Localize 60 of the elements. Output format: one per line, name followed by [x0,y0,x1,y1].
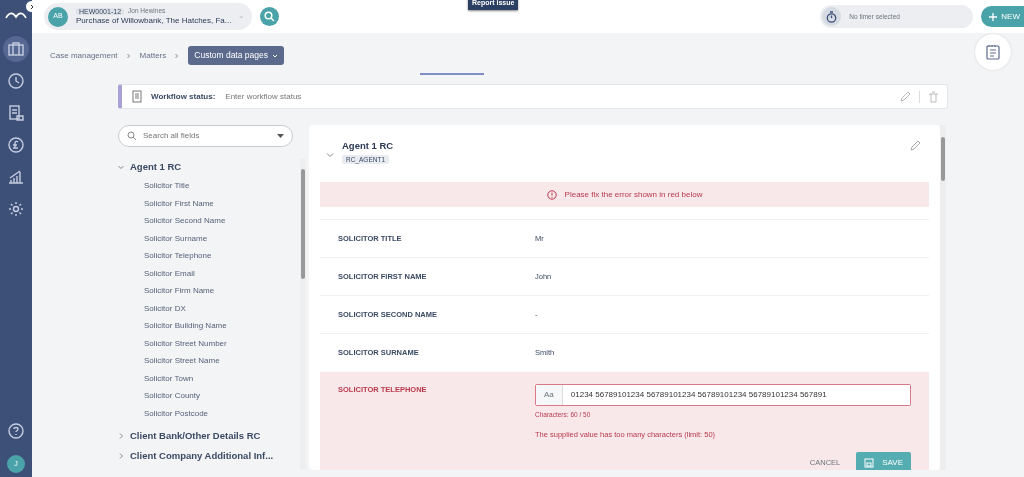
chevron-right-icon [28,4,35,11]
search-button[interactable] [260,7,279,26]
nav-button[interactable] [3,36,29,62]
pound-icon [7,136,25,154]
chevron-right-icon [118,453,124,459]
tree-item[interactable]: Solicitor Town [118,369,300,387]
chevron-right-icon [174,52,181,59]
chevron-down-icon [118,164,124,170]
save-icon [864,458,875,468]
tree-item[interactable]: Solicitor Postcode [118,404,300,422]
pencil-icon [899,90,911,103]
pencil-icon [909,139,921,152]
tree-item[interactable]: Solicitor Firm Name [118,282,300,300]
breadcrumb-link[interactable]: Case management [50,49,118,62]
tree-item[interactable]: Solicitor Street Name [118,352,300,370]
search-icon [127,131,137,141]
search-icon [264,11,275,22]
chevron-down-icon [272,52,278,59]
document-icon [132,90,143,103]
tree-item[interactable]: Solicitor Street Number [118,334,300,352]
tree-item[interactable]: Solicitor First Name [118,194,300,212]
breadcrumb-link[interactable]: Matters [139,49,167,62]
gear-icon [7,200,25,218]
trash-icon [928,90,939,103]
chart-icon [7,168,25,186]
dropdown-caret-icon [277,133,284,139]
scrollbar[interactable] [300,159,306,469]
scrollbar[interactable] [940,125,946,470]
tree-group[interactable]: Client Company Additional Inf... [118,446,300,466]
card-title: Agent 1 RC [342,139,394,153]
chevron-down-icon [326,151,334,159]
warning-icon [546,189,557,200]
breadcrumb-dropdown[interactable]: Custom data pages [188,46,284,65]
chevron-right-icon [118,433,124,439]
briefcase-icon [7,40,25,58]
workflow-status-field[interactable]: Workflow status: Enter workflow status [118,84,948,109]
stopwatch-icon [826,10,838,23]
clock-icon [7,72,25,90]
tree-item[interactable]: Solicitor Title [118,177,300,195]
tree-item[interactable]: Solicitor Email [118,264,300,282]
chevron-right-icon [125,52,132,59]
tree-item[interactable]: Solicitor County [118,387,300,405]
tree-item[interactable]: Solicitor DX [118,299,300,317]
workflow-label: Workflow status: [151,90,216,103]
telephone-input[interactable]: Aa 01234 56789101234 56789101234 56789101234 56789101234 567891 [535,384,911,406]
tree-item[interactable]: Solicitor Surname [118,229,300,247]
error-message: Please fix the error shown in red below [564,188,703,201]
tree-item[interactable]: Solicitor Building Name [118,317,300,335]
tree-group[interactable]: Client Bank/Other Details RC [118,426,300,446]
notepad-icon [986,44,1000,60]
plus-icon [989,12,998,21]
ledger-icon [7,104,25,122]
notes-button[interactable] [975,34,1011,70]
tree-item[interactable]: Solicitor Telephone [118,247,300,265]
field-search[interactable]: Search all fields [118,125,293,147]
tree-item[interactable]: Solicitor Second Name [118,212,300,230]
tree-group[interactable]: Agent 1 RC [118,157,300,177]
matter-title: Purchase of Willowbank, The Hatches, Fa... [76,17,232,25]
help-icon [8,423,24,439]
input-prefix: Aa [536,385,563,405]
